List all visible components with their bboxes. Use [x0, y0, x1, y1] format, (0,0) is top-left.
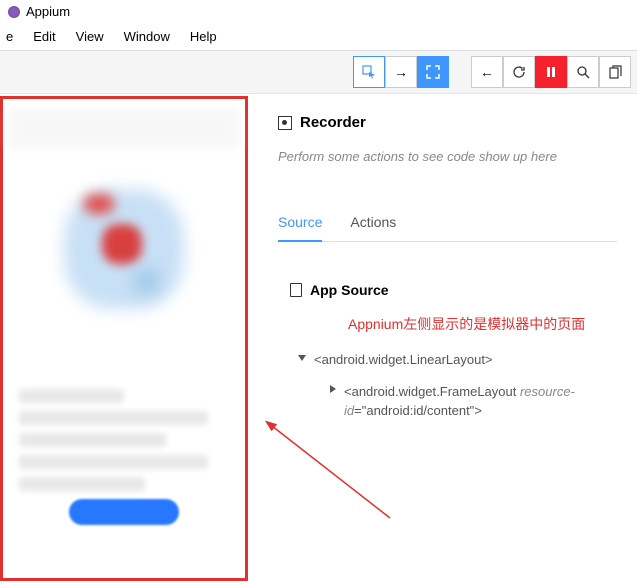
menu-help[interactable]: Help [186, 27, 221, 46]
blurred-primary-button [69, 499, 179, 525]
tab-source[interactable]: Source [278, 214, 322, 242]
tabs: Source Actions [278, 214, 617, 242]
search-icon [576, 65, 590, 79]
swipe-button[interactable]: → [385, 56, 417, 88]
back-icon: ← [480, 64, 494, 80]
recorder-title: Recorder [300, 114, 366, 131]
select-element-button[interactable] [353, 56, 385, 88]
blurred-header [8, 109, 240, 149]
copy-button[interactable] [599, 56, 631, 88]
tab-actions[interactable]: Actions [350, 214, 396, 241]
app-source-title: App Source [310, 282, 389, 298]
menu-view[interactable]: View [72, 27, 108, 46]
toolbar: → ← [0, 50, 637, 94]
source-tree: <android.widget.LinearLayout> <android.w… [298, 344, 617, 427]
blurred-content [19, 389, 229, 525]
app-icon [8, 6, 20, 18]
menu-bar: e Edit View Window Help [0, 23, 637, 50]
file-icon [290, 283, 302, 297]
recorder-placeholder: Perform some actions to see code show up… [278, 149, 617, 164]
search-button[interactable] [567, 56, 599, 88]
refresh-icon [512, 65, 526, 79]
copy-icon [609, 65, 622, 79]
tree-root-label: <android.widget.LinearLayout> [314, 350, 493, 370]
main-area: Recorder Perform some actions to see cod… [0, 94, 637, 583]
tree-node-child[interactable]: <android.widget.FrameLayout resource-id=… [330, 376, 617, 427]
app-source-header: App Source [290, 282, 617, 298]
tap-coords-button[interactable] [417, 56, 449, 88]
tree-child-label: <android.widget.FrameLayout resource-id=… [344, 382, 617, 421]
caret-right-icon[interactable] [330, 385, 336, 393]
menu-window[interactable]: Window [120, 27, 174, 46]
arrow-right-icon: → [394, 64, 408, 80]
back-button[interactable]: ← [471, 56, 503, 88]
device-screenshot-panel[interactable] [0, 96, 248, 581]
pause-icon [546, 66, 556, 78]
expand-icon [426, 65, 440, 79]
menu-edit[interactable]: Edit [29, 27, 59, 46]
toolbar-group-1: → [353, 56, 449, 88]
menu-file[interactable]: e [2, 27, 17, 46]
blurred-app-logo [54, 179, 194, 319]
refresh-button[interactable] [503, 56, 535, 88]
select-icon [362, 65, 376, 79]
tree-node-root[interactable]: <android.widget.LinearLayout> [298, 344, 617, 376]
caret-down-icon[interactable] [298, 355, 306, 361]
annotation-text: Appnium左侧显示的是模拟器中的页面 [348, 314, 617, 334]
title-bar: Appium [0, 0, 637, 23]
app-title: Appium [26, 4, 70, 19]
recorder-header: Recorder [278, 114, 617, 131]
inspector-panel: Recorder Perform some actions to see cod… [248, 94, 637, 583]
recorder-icon [278, 116, 292, 130]
toolbar-group-2: ← [471, 56, 631, 88]
pause-button[interactable] [535, 56, 567, 88]
